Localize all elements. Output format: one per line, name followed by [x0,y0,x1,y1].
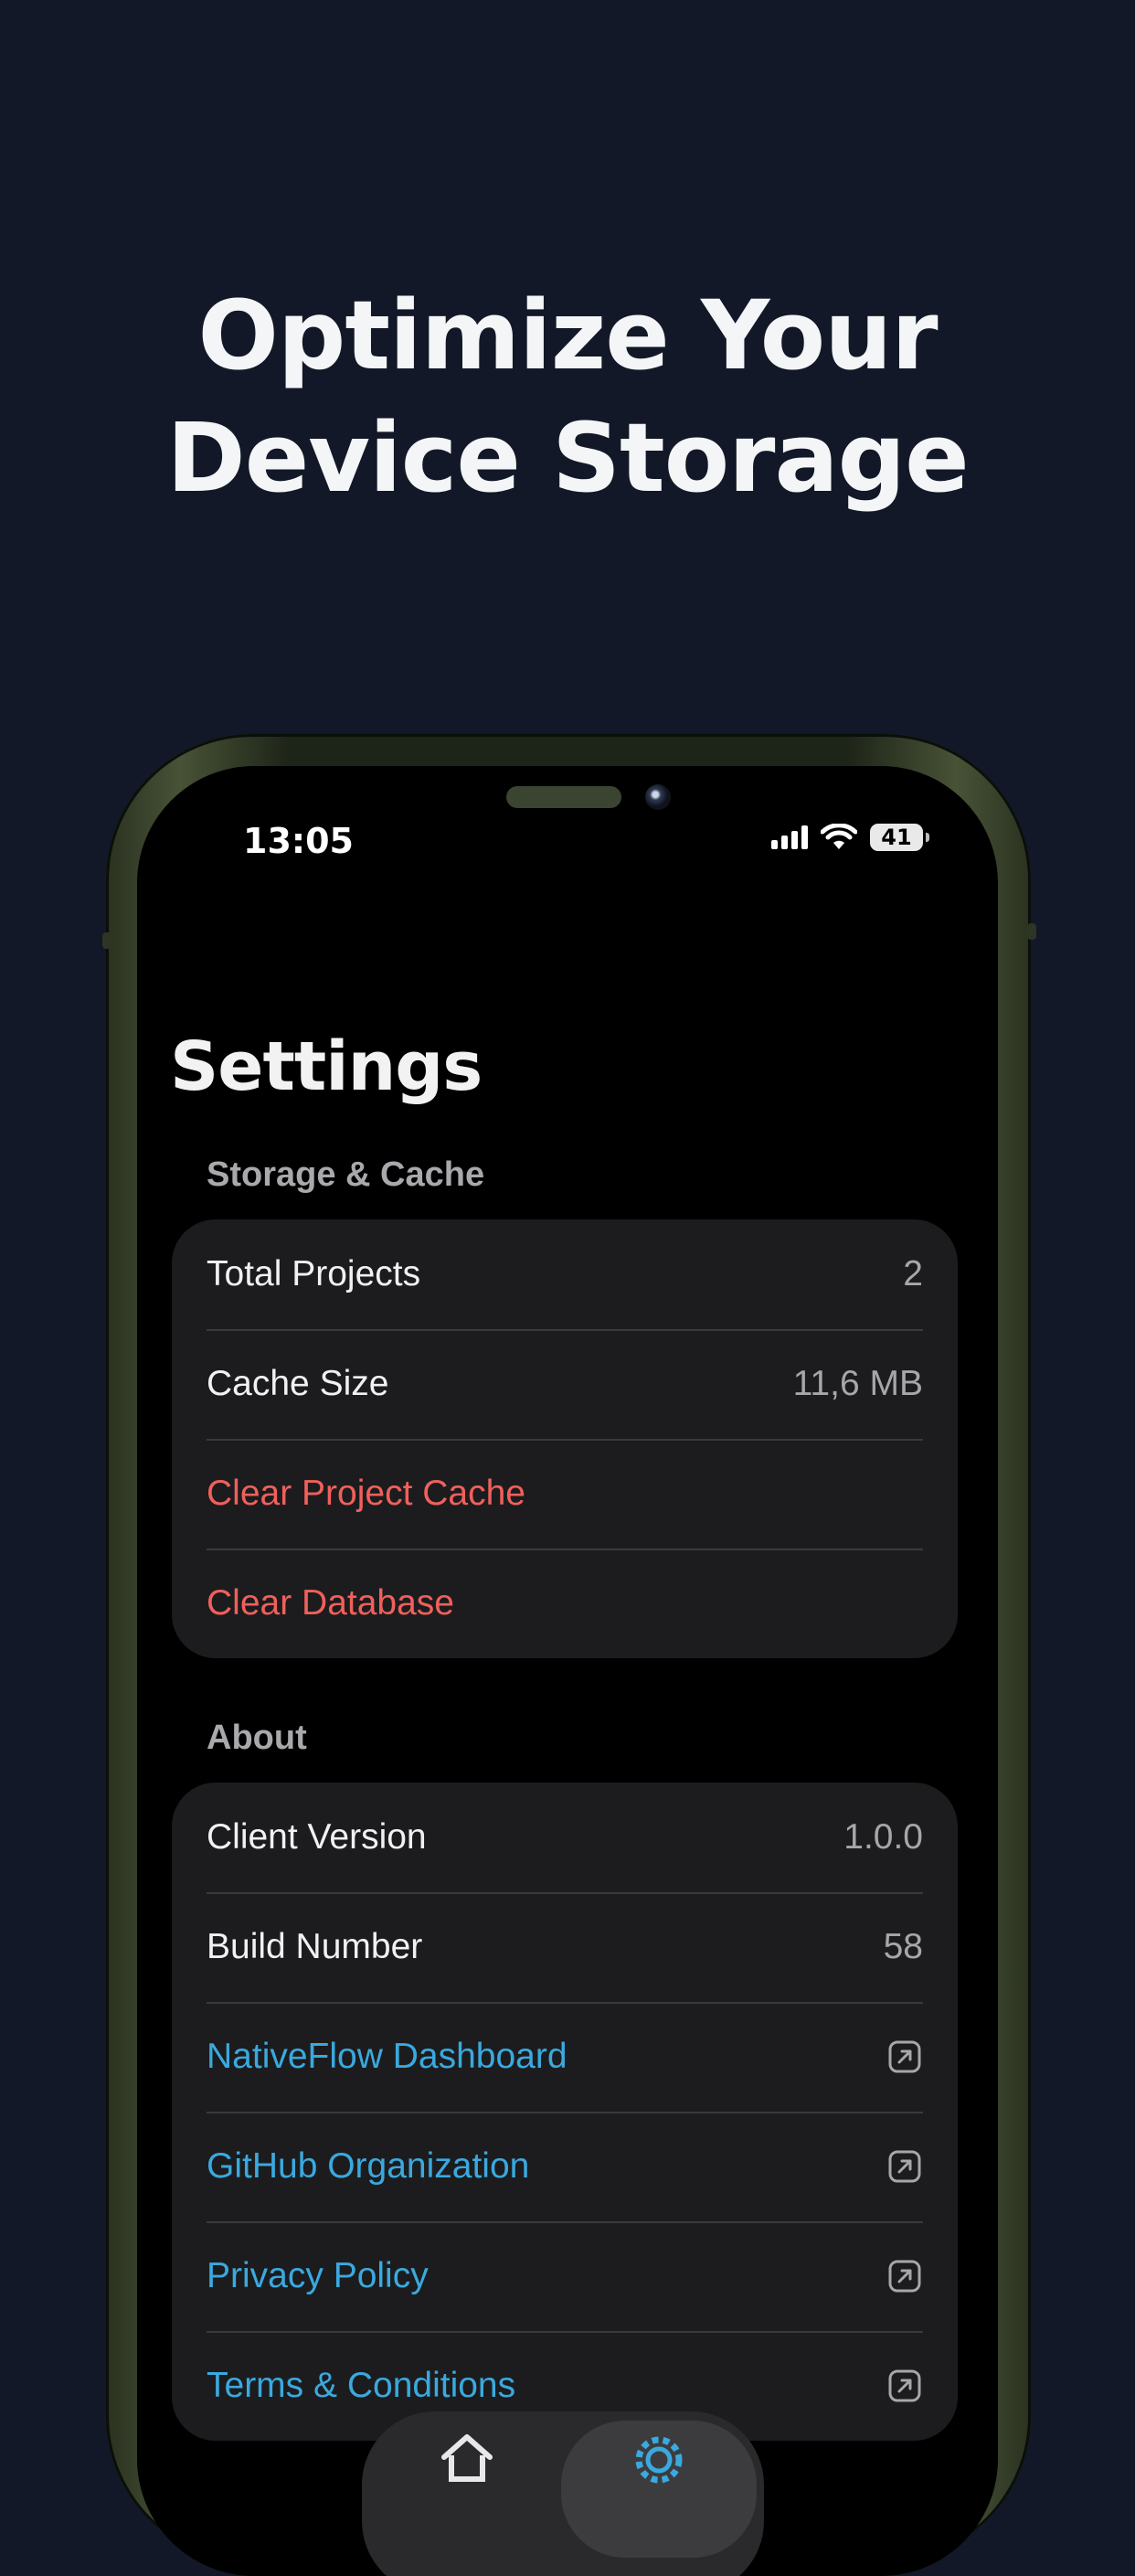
row-label: GitHub Organization [207,2146,530,2186]
section-header-about: About [207,1719,307,1757]
external-link-icon [888,2260,921,2293]
wifi-icon [821,824,857,849]
row-value: 58 [883,1927,923,1966]
phone-side-button [102,932,111,949]
gear-icon[interactable] [627,2428,691,2492]
status-time: 13:05 [243,821,354,861]
external-link-icon [888,2150,921,2183]
about-group: Client Version 1.0.0 Build Number 58 Nat… [172,1783,958,2441]
status-icons: 41 [771,819,929,856]
front-camera [645,784,671,810]
row-value: 11,6 MB [792,1364,923,1403]
clear-project-cache-button[interactable]: Clear Project Cache [172,1439,958,1549]
row-label: Client Version [207,1817,427,1857]
promo-headline: Optimize Your Device Storage [0,274,1135,519]
row-label: NativeFlow Dashboard [207,2037,568,2076]
row-label: Privacy Policy [207,2256,429,2295]
row-label: Terms & Conditions [207,2366,516,2405]
row-build-number: Build Number 58 [172,1892,958,2002]
external-link-icon [888,2369,921,2402]
phone-side-button [1027,923,1036,940]
signal-icon [771,825,808,849]
row-label: Clear Project Cache [207,1474,525,1513]
notch [334,766,801,850]
row-cache-size: Cache Size 11,6 MB [172,1329,958,1439]
headline-line-1: Optimize Your [197,280,938,391]
battery-icon: 41 [870,824,929,851]
tab-bar [362,2411,764,2576]
external-link-icon [888,2040,921,2073]
clear-database-button[interactable]: Clear Database [172,1549,958,1658]
row-value: 1.0.0 [843,1817,923,1857]
row-label: Clear Database [207,1583,454,1623]
storage-cache-group: Total Projects 2 Cache Size 11,6 MB Clea… [172,1219,958,1658]
row-label: Cache Size [207,1364,389,1403]
privacy-policy-link[interactable]: Privacy Policy [172,2221,958,2331]
phone-screen: 13:05 41 Settings Storage & Cache Total … [137,766,998,2576]
row-value: 2 [903,1254,923,1293]
headline-line-2: Device Storage [166,402,969,514]
nativeflow-dashboard-link[interactable]: NativeFlow Dashboard [172,2002,958,2112]
row-label: Build Number [207,1927,423,1966]
section-header-storage: Storage & Cache [207,1155,485,1194]
row-client-version: Client Version 1.0.0 [172,1783,958,1892]
home-icon[interactable] [435,2428,499,2483]
row-total-projects: Total Projects 2 [172,1219,958,1329]
row-label: Total Projects [207,1254,421,1293]
speaker-grille [506,786,621,808]
page-title: Settings [170,1027,483,1106]
github-organization-link[interactable]: GitHub Organization [172,2112,958,2221]
